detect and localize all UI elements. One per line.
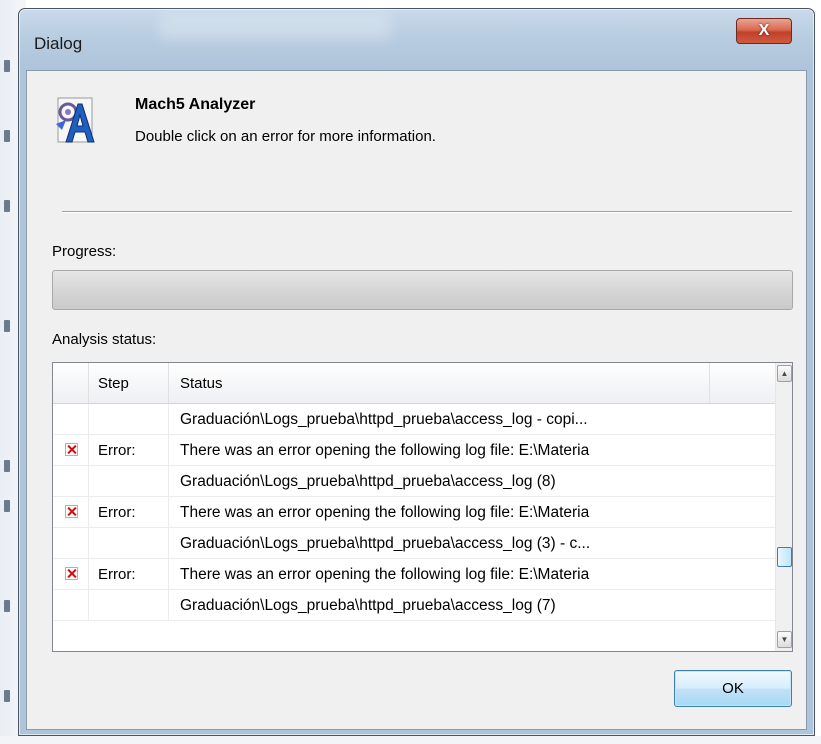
desktop-fragment (4, 60, 10, 72)
desktop-fragment (4, 200, 10, 212)
row-status: Graduación\Logs_prueba\httpd_prueba\acce… (180, 597, 556, 614)
row-icon-cell (53, 466, 89, 497)
row-icon-cell (53, 528, 89, 559)
table-row[interactable]: Graduación\Logs_prueba\httpd_prueba\acce… (53, 466, 775, 497)
error-x-icon (65, 567, 78, 580)
window-title: Dialog (34, 34, 83, 53)
header-separator (62, 211, 792, 213)
desktop-fragment (4, 500, 10, 512)
column-header-icon[interactable] (53, 363, 89, 403)
table-row[interactable]: Graduación\Logs_prueba\httpd_prueba\acce… (53, 528, 775, 559)
desktop-fragment (4, 130, 10, 142)
desktop-background-bottom (0, 736, 821, 744)
column-header-status[interactable]: Status (169, 363, 710, 403)
scroll-thumb[interactable] (777, 547, 792, 567)
progress-label: Progress: (52, 243, 117, 260)
row-icon-cell (53, 497, 89, 528)
row-step: Error: (89, 435, 169, 466)
desktop-fragment (4, 600, 10, 612)
row-step (89, 590, 169, 621)
row-status: Graduación\Logs_prueba\httpd_prueba\acce… (180, 411, 588, 428)
row-status: There was an error opening the following… (180, 504, 590, 521)
column-header-step[interactable]: Step (89, 363, 169, 403)
analysis-status-list[interactable]: Step Status Graduación\Logs_prueba\httpd… (52, 362, 793, 652)
analysis-status-label: Analysis status: (52, 331, 157, 348)
table-row[interactable]: Graduación\Logs_prueba\httpd_prueba\acce… (53, 404, 775, 435)
instruction-text: Double click on an error for more inform… (135, 128, 436, 145)
scroll-down-button[interactable]: ▼ (777, 631, 792, 648)
scroll-up-button[interactable]: ▲ (777, 365, 792, 382)
desktop-fragment (4, 690, 10, 702)
app-title: Mach5 Analyzer (135, 96, 256, 113)
row-step (89, 466, 169, 497)
table-row[interactable]: Graduación\Logs_prueba\httpd_prueba\acce… (53, 590, 775, 621)
list-rows: Graduación\Logs_prueba\httpd_prueba\acce… (53, 404, 775, 621)
row-status: Graduación\Logs_prueba\httpd_prueba\acce… (180, 535, 591, 552)
table-row[interactable]: Error: There was an error opening the fol… (53, 497, 775, 528)
desktop-fragment (4, 320, 10, 332)
list-header: Step Status (53, 363, 775, 404)
row-step: Error: (89, 497, 169, 528)
table-row[interactable]: Error: There was an error opening the fol… (53, 559, 775, 590)
desktop-fragment (4, 460, 10, 472)
error-x-icon (65, 505, 78, 518)
table-row[interactable]: Error: There was an error opening the fol… (53, 435, 775, 466)
row-status: Graduación\Logs_prueba\httpd_prueba\acce… (180, 473, 556, 490)
row-step: Error: (89, 559, 169, 590)
title-bar-glass (160, 14, 390, 40)
error-x-icon (65, 443, 78, 456)
row-step (89, 404, 169, 435)
row-step (89, 528, 169, 559)
vertical-scrollbar[interactable]: ▲ ▼ (775, 363, 792, 651)
ok-button[interactable]: OK (674, 670, 792, 707)
progress-bar (52, 270, 793, 310)
mach5-analyzer-icon (56, 97, 95, 143)
row-icon-cell (53, 404, 89, 435)
row-icon-cell (53, 435, 89, 466)
row-icon-cell (53, 559, 89, 590)
column-header-filler (710, 363, 775, 403)
row-icon-cell (53, 590, 89, 621)
row-status: There was an error opening the following… (180, 442, 590, 459)
row-status: There was an error opening the following… (180, 566, 590, 583)
close-button[interactable]: X (736, 18, 792, 44)
